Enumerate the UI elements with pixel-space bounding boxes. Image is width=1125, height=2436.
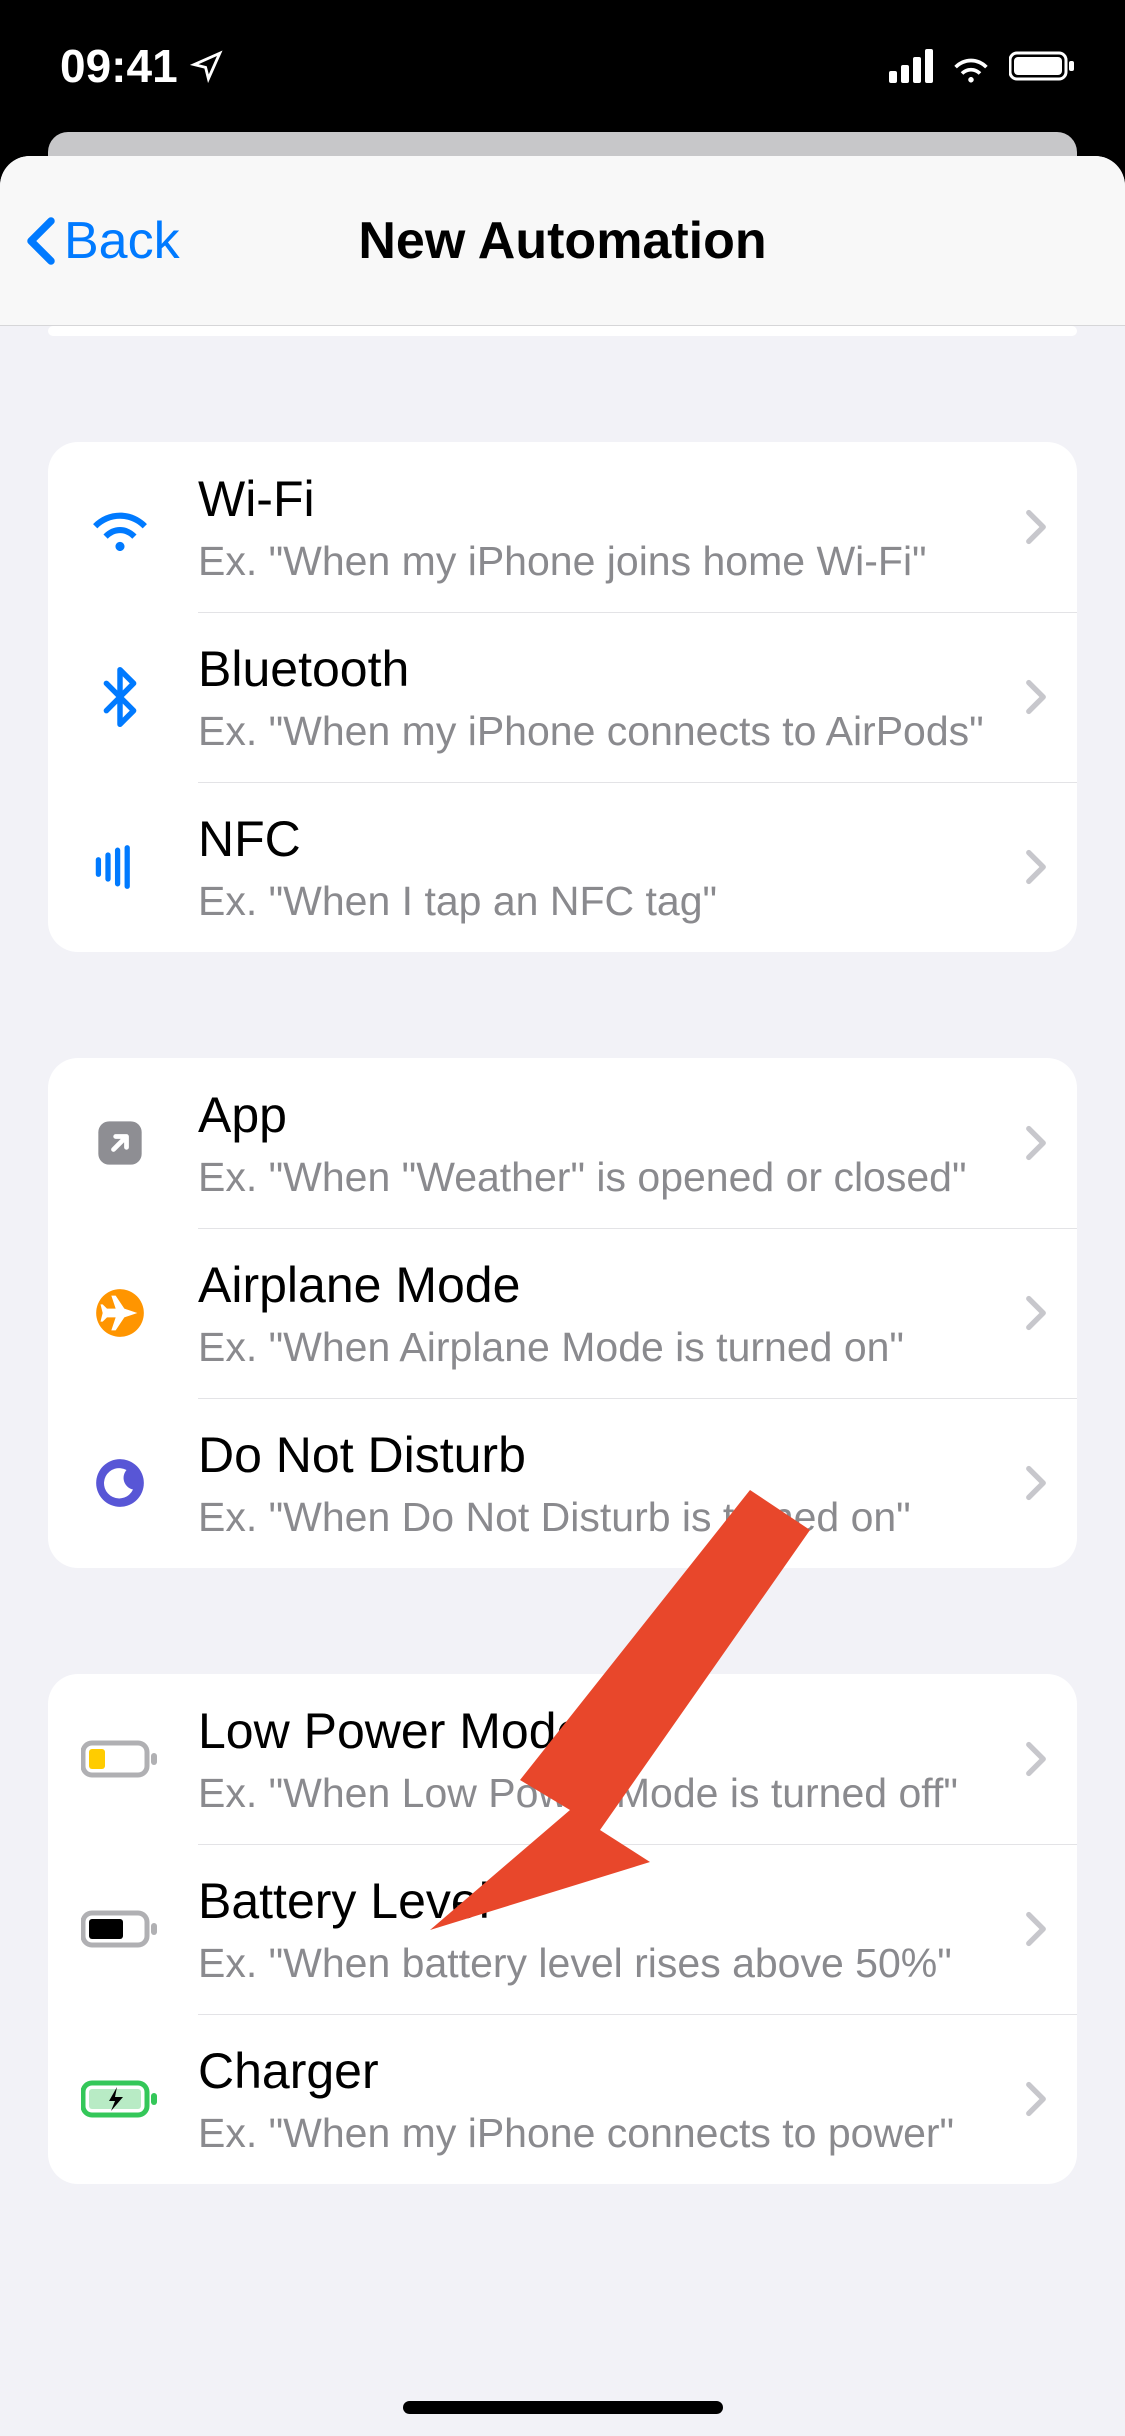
nfc-icon [72, 843, 168, 891]
status-time: 09:41 [60, 39, 224, 93]
row-low-power-sub: Ex. "When Low Power Mode is turned off" [198, 1770, 1025, 1817]
row-nfc-title: NFC [198, 810, 1025, 868]
row-charger-title: Charger [198, 2042, 1025, 2100]
row-dnd-title: Do Not Disturb [198, 1426, 1025, 1484]
row-charger[interactable]: Charger Ex. "When my iPhone connects to … [48, 2014, 1077, 2184]
battery-level-icon [72, 1909, 168, 1949]
chevron-right-icon [1025, 1911, 1047, 1947]
status-bar: 09:41 [0, 0, 1125, 132]
location-icon [190, 49, 224, 83]
partial-clip: —————— [48, 326, 1077, 336]
row-app[interactable]: App Ex. "When "Weather" is opened or clo… [48, 1058, 1077, 1228]
chevron-right-icon [1025, 1125, 1047, 1161]
row-app-text: App Ex. "When "Weather" is opened or clo… [198, 1086, 1025, 1201]
row-battery-level-text: Battery Level Ex. "When battery level ri… [198, 1872, 1025, 1987]
row-bluetooth-sub: Ex. "When my iPhone connects to AirPods" [198, 708, 1025, 755]
group-connectivity: Wi-Fi Ex. "When my iPhone joins home Wi-… [48, 442, 1077, 952]
chevron-right-icon [1025, 849, 1047, 885]
row-app-sub: Ex. "When "Weather" is opened or closed" [198, 1154, 1025, 1201]
row-app-title: App [198, 1086, 1025, 1144]
navigation-bar: Back New Automation [0, 156, 1125, 326]
status-indicators [889, 49, 1077, 83]
row-low-power-title: Low Power Mode [198, 1702, 1025, 1760]
row-charger-text: Charger Ex. "When my iPhone connects to … [198, 2042, 1025, 2157]
cellular-icon [889, 49, 933, 83]
chevron-right-icon [1025, 1465, 1047, 1501]
row-dnd[interactable]: Do Not Disturb Ex. "When Do Not Disturb … [48, 1398, 1077, 1568]
row-airplane-sub: Ex. "When Airplane Mode is turned on" [198, 1324, 1025, 1371]
charger-icon [72, 2079, 168, 2119]
partial-prev-group: —————— Ex. "When I get a message from Mo… [48, 326, 1077, 336]
row-dnd-text: Do Not Disturb Ex. "When Do Not Disturb … [198, 1426, 1025, 1541]
moon-icon [72, 1457, 168, 1509]
wifi-status-icon [949, 49, 993, 83]
row-nfc[interactable]: NFC Ex. "When I tap an NFC tag" [48, 782, 1077, 952]
chevron-right-icon [1025, 2081, 1047, 2117]
wifi-icon [72, 503, 168, 551]
row-battery-level-sub: Ex. "When battery level rises above 50%" [198, 1940, 1025, 1987]
battery-status-icon [1009, 50, 1077, 82]
modal-sheet: Back New Automation —————— Ex. "When I g… [0, 156, 1125, 2436]
scroll-content[interactable]: —————— Ex. "When I get a message from Mo… [0, 326, 1125, 2304]
chevron-right-icon [1025, 1295, 1047, 1331]
row-dnd-sub: Ex. "When Do Not Disturb is turned on" [198, 1494, 1025, 1541]
airplane-icon [72, 1287, 168, 1339]
row-bluetooth-title: Bluetooth [198, 640, 1025, 698]
row-wifi[interactable]: Wi-Fi Ex. "When my iPhone joins home Wi-… [48, 442, 1077, 612]
row-airplane-text: Airplane Mode Ex. "When Airplane Mode is… [198, 1256, 1025, 1371]
app-open-icon [72, 1117, 168, 1169]
group-settings-triggers: App Ex. "When "Weather" is opened or clo… [48, 1058, 1077, 1568]
row-wifi-title: Wi-Fi [198, 470, 1025, 528]
home-indicator[interactable] [403, 2401, 723, 2414]
back-label: Back [64, 211, 180, 271]
chevron-right-icon [1025, 509, 1047, 545]
row-airplane-title: Airplane Mode [198, 1256, 1025, 1314]
row-charger-sub: Ex. "When my iPhone connects to power" [198, 2110, 1025, 2157]
row-wifi-sub: Ex. "When my iPhone joins home Wi-Fi" [198, 538, 1025, 585]
row-battery-level-title: Battery Level [198, 1872, 1025, 1930]
row-battery-level[interactable]: Battery Level Ex. "When battery level ri… [48, 1844, 1077, 2014]
bluetooth-icon [72, 667, 168, 727]
row-nfc-sub: Ex. "When I tap an NFC tag" [198, 878, 1025, 925]
low-power-icon [72, 1739, 168, 1779]
row-nfc-text: NFC Ex. "When I tap an NFC tag" [198, 810, 1025, 925]
chevron-right-icon [1025, 679, 1047, 715]
row-bluetooth[interactable]: Bluetooth Ex. "When my iPhone connects t… [48, 612, 1077, 782]
row-bluetooth-text: Bluetooth Ex. "When my iPhone connects t… [198, 640, 1025, 755]
status-time-text: 09:41 [60, 39, 178, 93]
back-button[interactable]: Back [0, 211, 180, 271]
chevron-left-icon [24, 216, 58, 266]
row-wifi-text: Wi-Fi Ex. "When my iPhone joins home Wi-… [198, 470, 1025, 585]
row-airplane[interactable]: Airplane Mode Ex. "When Airplane Mode is… [48, 1228, 1077, 1398]
chevron-right-icon [1025, 1741, 1047, 1777]
row-low-power-text: Low Power Mode Ex. "When Low Power Mode … [198, 1702, 1025, 1817]
row-low-power[interactable]: Low Power Mode Ex. "When Low Power Mode … [48, 1674, 1077, 1844]
group-battery: Low Power Mode Ex. "When Low Power Mode … [48, 1674, 1077, 2184]
